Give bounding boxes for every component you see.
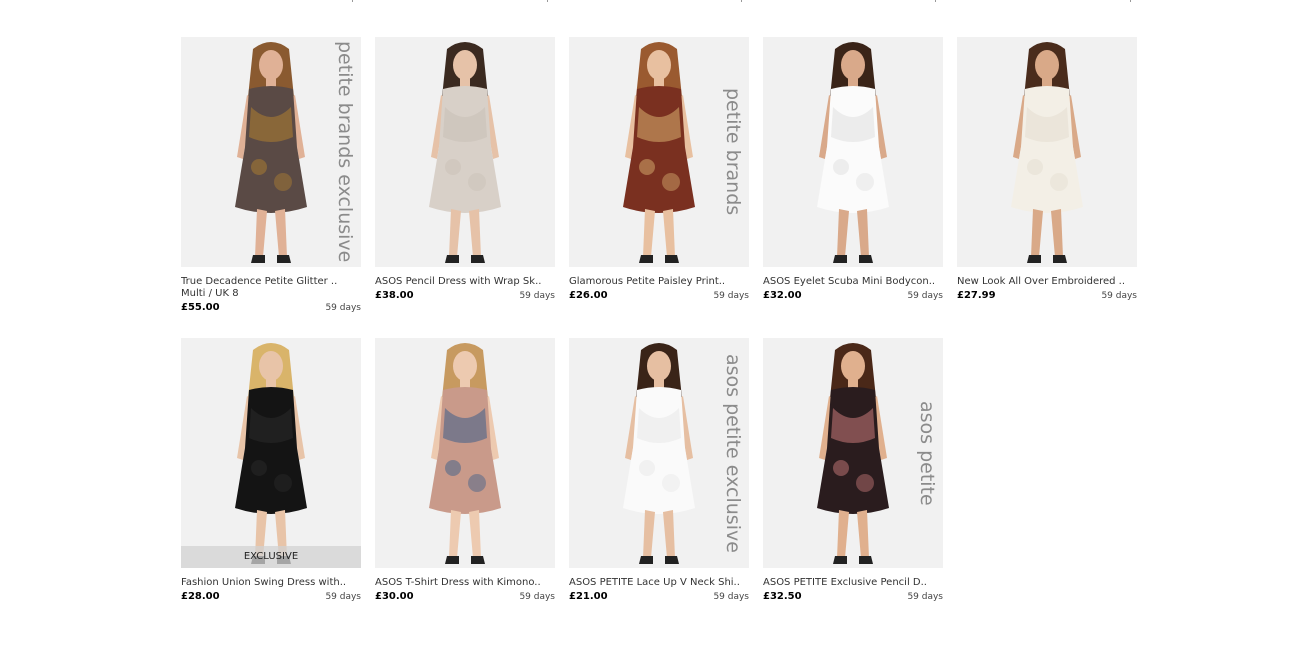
brand-watermark-text: petite brands	[722, 88, 744, 216]
product-title[interactable]: ASOS Pencil Dress with Wrap Sk..	[375, 276, 555, 288]
product-variant: Multi / UK 8	[181, 288, 239, 299]
product-image[interactable]: asos petite exclusive	[569, 338, 749, 568]
product-image[interactable]	[957, 37, 1137, 267]
product-card[interactable]: asos petite exclusive ASOS PETITE Lace Up…	[569, 338, 749, 639]
model-photo	[181, 338, 361, 568]
product-image[interactable]	[375, 338, 555, 568]
product-price: £55.00	[181, 302, 220, 313]
product-title[interactable]: ASOS PETITE Exclusive Pencil D..	[763, 577, 943, 589]
product-card[interactable]: ASOS Eyelet Scuba Mini Bodycon.. £32.00 …	[763, 37, 943, 338]
brand-watermark-text: petite brands exclusive	[334, 41, 356, 263]
product-price: £28.00	[181, 591, 220, 602]
product-meta: £21.00 59 days	[569, 591, 749, 603]
exclusive-badge: EXCLUSIVE	[181, 546, 361, 568]
product-age: 59 days	[325, 303, 361, 313]
product-age: 59 days	[907, 291, 943, 301]
brand-watermark-text: asos petite exclusive	[722, 353, 744, 553]
product-age: 59 days	[907, 592, 943, 602]
product-price: £26.00	[569, 290, 608, 301]
product-image[interactable]: petite brands exclusive	[181, 37, 361, 267]
product-card[interactable]: ASOS T-Shirt Dress with Kimono.. £30.00 …	[375, 338, 555, 639]
product-meta: £28.00 59 days	[181, 591, 361, 603]
product-row: EXCLUSIVE Fashion Union Swing Dress with.…	[181, 338, 1141, 639]
product-meta: £26.00 59 days	[569, 290, 749, 302]
product-image[interactable]	[763, 37, 943, 267]
product-title[interactable]: ASOS T-Shirt Dress with Kimono..	[375, 577, 555, 589]
product-price: £30.00	[375, 591, 414, 602]
product-price: £32.50	[763, 591, 802, 602]
brand-watermark: petite brands	[719, 37, 747, 267]
product-image[interactable]: EXCLUSIVE	[181, 338, 361, 568]
product-price: £38.00	[375, 290, 414, 301]
product-card[interactable]: petite brands Glamorous Petite Paisley Pr…	[569, 37, 749, 338]
product-image[interactable]: petite brands	[569, 37, 749, 267]
product-price: £32.00	[763, 290, 802, 301]
product-meta: £32.50 59 days	[763, 591, 943, 603]
product-age: 59 days	[519, 291, 555, 301]
product-row: petite brands exclusive True Decadence Pe…	[181, 37, 1141, 338]
product-meta: £27.99 59 days	[957, 290, 1137, 302]
model-photo	[957, 37, 1137, 267]
product-meta: £32.00 59 days	[763, 290, 943, 302]
product-title[interactable]: ASOS Eyelet Scuba Mini Bodycon..	[763, 276, 943, 288]
product-age: 59 days	[713, 592, 749, 602]
product-card[interactable]: petite brands exclusive True Decadence Pe…	[181, 37, 361, 338]
brand-watermark: petite brands exclusive	[331, 37, 359, 267]
brand-watermark: asos petite	[913, 338, 941, 568]
product-title[interactable]: True Decadence Petite Glitter ..	[181, 276, 361, 288]
brand-watermark-text: asos petite	[916, 400, 938, 506]
product-title[interactable]: Glamorous Petite Paisley Print..	[569, 276, 749, 288]
product-card[interactable]: New Look All Over Embroidered .. £27.99 …	[957, 37, 1137, 338]
product-card[interactable]: asos petite ASOS PETITE Exclusive Pencil …	[763, 338, 943, 639]
product-meta: £38.00 59 days	[375, 290, 555, 302]
product-age: 59 days	[519, 592, 555, 602]
product-age: 59 days	[713, 291, 749, 301]
model-photo	[375, 37, 555, 267]
product-card[interactable]: ASOS Pencil Dress with Wrap Sk.. £38.00 …	[375, 37, 555, 338]
model-photo	[375, 338, 555, 568]
product-title[interactable]: Fashion Union Swing Dress with..	[181, 577, 361, 589]
brand-watermark: asos petite exclusive	[719, 338, 747, 568]
product-title[interactable]: ASOS PETITE Lace Up V Neck Shi..	[569, 577, 749, 589]
product-title[interactable]: New Look All Over Embroidered ..	[957, 276, 1137, 288]
product-price: £21.00	[569, 591, 608, 602]
product-card[interactable]: EXCLUSIVE Fashion Union Swing Dress with.…	[181, 338, 361, 639]
product-price: £27.99	[957, 290, 996, 301]
scroll-edge-ticks	[0, 0, 1313, 6]
product-meta: £55.00 59 days	[181, 302, 361, 314]
product-age: 59 days	[1101, 291, 1137, 301]
product-image[interactable]	[375, 37, 555, 267]
product-meta: £30.00 59 days	[375, 591, 555, 603]
product-grid: petite brands exclusive True Decadence Pe…	[181, 37, 1141, 639]
product-age: 59 days	[325, 592, 361, 602]
product-image[interactable]: asos petite	[763, 338, 943, 568]
model-photo	[763, 37, 943, 267]
